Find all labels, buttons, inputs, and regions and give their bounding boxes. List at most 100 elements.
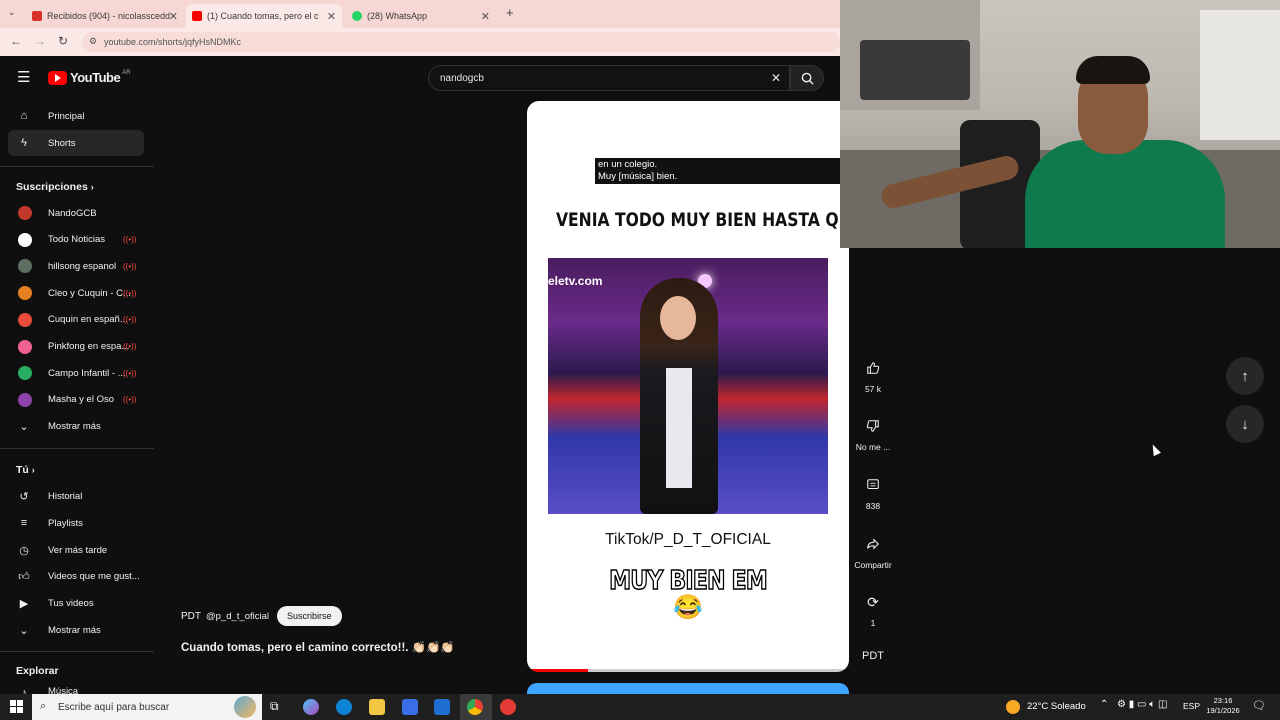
sidebar-item-label: Cleo y Cuquin - C... [48, 287, 131, 299]
search-input[interactable]: nandogcb ✕ [428, 65, 790, 91]
tab-label: (1) Cuando tomas, pero el c [207, 11, 319, 21]
task-view-icon[interactable]: ⧉ [270, 699, 286, 715]
share-button[interactable]: Compartir [849, 530, 897, 570]
search-highlight-icon [234, 696, 256, 718]
close-icon[interactable]: ✕ [327, 10, 336, 23]
forward-icon[interactable]: → [34, 34, 46, 48]
webcam-overlay [840, 0, 1280, 248]
video-headline: VENIA TODO MUY BIEN HASTA QUE... [555, 209, 849, 231]
sidebar-item-label: Playlists [48, 517, 83, 529]
url-input[interactable]: ⚙ youtube.com/shorts/jqfyHsNDMKc [82, 32, 840, 52]
youtube-play-icon [48, 70, 67, 85]
new-tab-button[interactable]: + [506, 5, 514, 20]
tray-icons[interactable]: ⚙ ▮ ▭ 🔈︎ ◫ [1117, 699, 1167, 710]
subscriptions-title: Suscripciones [16, 181, 88, 193]
person-hair [1076, 56, 1150, 84]
short-video-player[interactable]: en un colegio. Muy [música] bien. VENIA … [527, 101, 849, 672]
channel-avatar-text[interactable]: PDT [181, 611, 201, 622]
next-short-preview[interactable] [527, 683, 849, 694]
tab-youtube[interactable]: (1) Cuando tomas, pero el c ✕ [186, 4, 342, 28]
sidebar-item-principal[interactable]: ⌂ Principal [8, 103, 144, 129]
tab-whatsapp[interactable]: (28) WhatsApp ✕ [346, 4, 496, 28]
you-heading[interactable]: Tú › [16, 464, 35, 476]
sidebar-item-playlists[interactable]: ≡ Playlists [8, 510, 144, 536]
taskbar-search-placeholder: Escribe aquí para buscar [58, 701, 170, 713]
dislike-button[interactable]: No me ... [849, 412, 897, 452]
sidebar-item-label: Pinkfong en espa... [48, 341, 130, 352]
youtube-logo[interactable]: YouTube AR [48, 70, 131, 85]
tab-gmail[interactable]: Recibidos (904) - nicolasscedd ✕ [26, 4, 184, 28]
person-shirt [666, 368, 692, 488]
sidebar-item-label: Mostrar más [48, 624, 101, 636]
channel-handle[interactable]: @p_d_t_oficial [206, 611, 269, 622]
weather-text[interactable]: 22°C Soleado [1027, 701, 1086, 712]
file-explorer-icon[interactable] [369, 699, 385, 715]
sidebar-item-label: NandoGCB [48, 207, 97, 219]
subscriptions-heading[interactable]: Suscripciones › [16, 181, 94, 193]
divider [0, 651, 154, 652]
search-icon [801, 72, 814, 85]
sidebar-item-subscription[interactable]: Todo Noticias ((•)) [8, 227, 144, 253]
show-more-button[interactable]: ⌄ Mostrar más [8, 413, 144, 439]
reload-icon[interactable]: ↻ [58, 34, 68, 48]
sidebar-item-music[interactable]: ♪ Música [8, 682, 144, 694]
live-indicator-icon: ((•)) [123, 342, 137, 351]
search-button[interactable] [790, 65, 824, 91]
sidebar-item-subscription[interactable]: Masha y el Oso ((•)) [8, 387, 144, 413]
search-value: nandogcb [440, 72, 484, 84]
arrow-up-icon: ↑ [1241, 367, 1249, 385]
like-button[interactable]: 57 k [849, 354, 897, 394]
tray-chevron-icon[interactable]: ⌃ [1100, 699, 1108, 710]
sidebar-item-subscription[interactable]: Cuquin en españ... ((•)) [8, 307, 144, 333]
notifications-icon[interactable]: 🗨︎ [1252, 699, 1266, 712]
edge-icon[interactable] [336, 699, 352, 715]
sidebar-item-historial[interactable]: ↺ Historial [8, 483, 144, 509]
chrome-icon[interactable] [467, 699, 483, 715]
sidebar-item-liked-videos[interactable]: 👍︎ Videos que me gust... [8, 563, 144, 589]
sidebar-item-label: Masha y el Oso [48, 394, 114, 406]
sidebar-item-subscription[interactable]: hillsong espanol ((•)) [8, 253, 144, 279]
live-indicator-icon: ((•)) [123, 235, 137, 245]
comments-button[interactable]: 838 [849, 471, 897, 511]
recorder-icon[interactable] [500, 699, 516, 715]
subscribe-button[interactable]: Suscribirse [277, 606, 342, 626]
close-icon[interactable]: ✕ [481, 10, 490, 23]
progress-fill [527, 669, 589, 672]
address-bar-row: ← → ↻ ⚙ youtube.com/shorts/jqfyHsNDMKc [0, 28, 840, 56]
thumbs-up-icon [859, 354, 887, 382]
divider [0, 166, 154, 167]
sidebar-item-label: Shorts [48, 137, 76, 149]
tab-search-icon[interactable]: ⌄ [8, 7, 16, 18]
sidebar-item-subscription[interactable]: Cleo y Cuquin - C... ((•)) [8, 280, 144, 306]
taskbar-search-input[interactable]: ⌕ Escribe aquí para buscar [32, 694, 262, 720]
show-more-button-2[interactable]: ⌄ Mostrar más [8, 617, 144, 643]
remix-button[interactable]: ⟳ 1 [849, 588, 897, 629]
previous-short-button[interactable]: ↑ [1226, 357, 1264, 395]
channel-avatar [18, 259, 32, 274]
video-watermark: eletv.com [548, 274, 603, 288]
clock[interactable]: 23:16 19/1/2026 [1203, 696, 1243, 716]
windows-start-icon[interactable] [10, 700, 23, 713]
site-info-icon[interactable]: ⚙ [89, 36, 97, 47]
close-icon[interactable]: ✕ [169, 10, 178, 23]
short-title: Cuando tomas, pero el camino correcto!!.… [181, 642, 455, 654]
clock-icon: ◷ [19, 544, 29, 557]
sidebar-item-subscription[interactable]: Pinkfong en espa... ((•)) [8, 334, 144, 360]
menu-icon[interactable]: ☰ [17, 68, 30, 86]
store-icon[interactable] [402, 699, 418, 715]
sidebar-item-your-videos[interactable]: ▶ Tus videos [8, 590, 144, 616]
progress-track[interactable] [527, 669, 849, 672]
sidebar-item-watch-later[interactable]: ◷ Ver más tarde [8, 537, 144, 563]
clear-search-icon[interactable]: ✕ [771, 71, 781, 85]
language-indicator[interactable]: ESP [1183, 701, 1200, 711]
sidebar-item-subscription[interactable]: Campo Infantil - ... ((•)) [8, 360, 144, 386]
sidebar-item-label: Principal [48, 110, 85, 122]
channel-avatar-button[interactable]: PDT [849, 650, 897, 662]
mail-icon[interactable] [434, 699, 450, 715]
sidebar-item-shorts[interactable]: ϟ Shorts [8, 130, 144, 156]
sidebar-item-subscription[interactable]: NandoGCB [8, 200, 144, 226]
copilot-icon[interactable] [303, 699, 319, 715]
browser-tab-bar: ⌄ Recibidos (904) - nicolasscedd ✕ (1) C… [0, 0, 840, 28]
back-icon[interactable]: ← [10, 34, 22, 48]
next-short-button[interactable]: ↓ [1226, 405, 1264, 443]
